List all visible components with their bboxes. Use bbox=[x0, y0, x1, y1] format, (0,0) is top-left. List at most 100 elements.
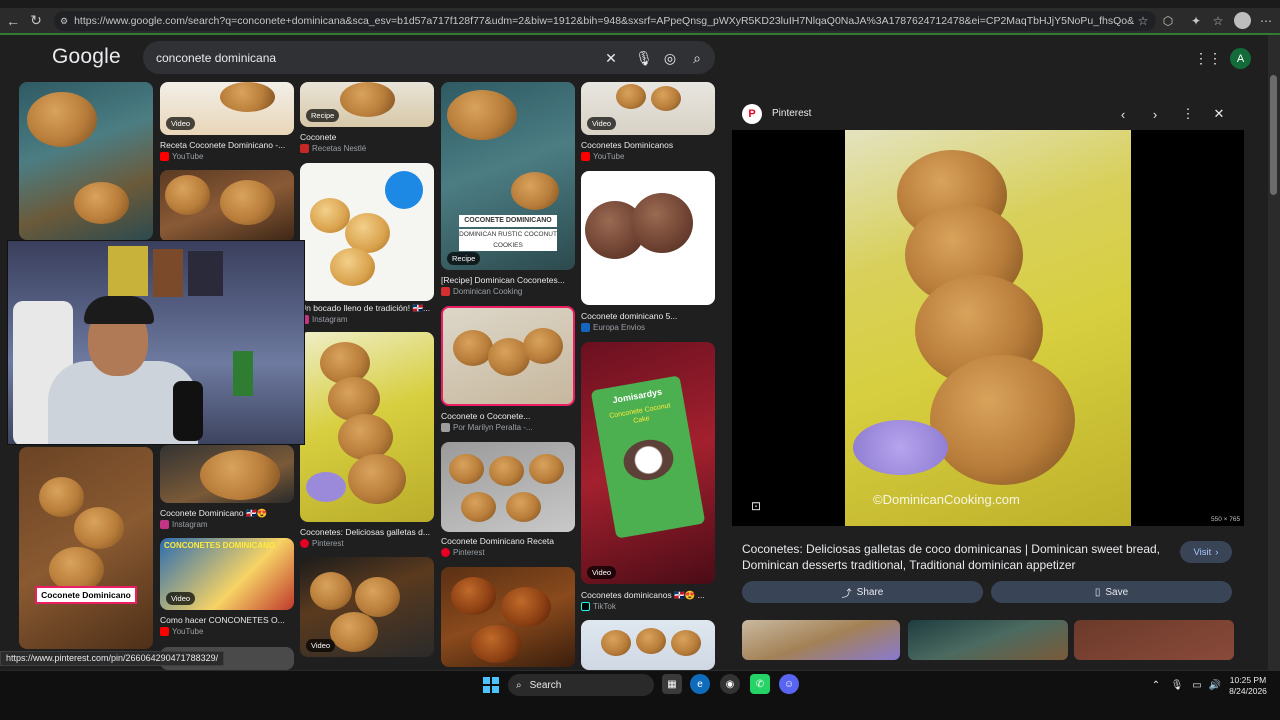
result-image[interactable] bbox=[160, 170, 294, 242]
volume-icon[interactable]: 🔊 bbox=[1208, 678, 1222, 692]
panel-source-name[interactable]: Pinterest bbox=[772, 108, 811, 119]
result-image[interactable] bbox=[581, 620, 715, 670]
result-caption[interactable]: Coconete Dominicano Receta bbox=[441, 536, 575, 546]
result-source[interactable]: Por Marilyn Peralta -... bbox=[441, 423, 533, 432]
share-button[interactable]: ⤴ Share bbox=[742, 581, 983, 603]
edge-browser-icon[interactable]: e bbox=[690, 674, 710, 694]
preview-image-frame[interactable]: ©DominicanCooking.com ⊡ 550 × 765 bbox=[732, 130, 1244, 526]
cookie-shape bbox=[651, 86, 681, 111]
search-input[interactable]: conconete dominicana bbox=[156, 51, 276, 65]
result-image[interactable]: Jomisardys Conconete Coconut Cake Video bbox=[581, 342, 715, 584]
result-image[interactable] bbox=[19, 82, 153, 240]
more-options-icon[interactable]: ⋮ bbox=[1178, 104, 1198, 124]
result-source[interactable]: Pinterest bbox=[300, 539, 344, 548]
extensions-puzzle-icon[interactable]: ✦ bbox=[1186, 11, 1206, 31]
result-source[interactable]: YouTube bbox=[160, 152, 203, 161]
network-icon[interactable]: ▭ bbox=[1190, 678, 1204, 692]
close-icon[interactable]: ✕ bbox=[1209, 104, 1229, 124]
next-arrow-icon[interactable]: › bbox=[1145, 104, 1165, 124]
taskbar-search[interactable]: ⌕ Search bbox=[508, 674, 654, 696]
visit-button[interactable]: Visit › bbox=[1180, 541, 1232, 563]
bookmark-star-icon[interactable]: ☆ bbox=[1133, 11, 1153, 31]
previous-arrow-icon[interactable]: ‹ bbox=[1113, 104, 1133, 124]
result-caption[interactable]: Coconete bbox=[300, 132, 434, 142]
related-image[interactable] bbox=[742, 620, 900, 660]
result-image[interactable] bbox=[581, 171, 715, 305]
microphone-tray-icon[interactable]: 🎙 bbox=[1170, 678, 1184, 692]
discord-icon[interactable]: ☺ bbox=[779, 674, 799, 694]
result-image[interactable] bbox=[441, 306, 575, 406]
google-logo[interactable]: Google bbox=[52, 45, 121, 69]
clear-icon[interactable]: ✕ bbox=[602, 49, 620, 67]
result-caption[interactable]: Como hacer CONCONETES O... bbox=[160, 615, 294, 625]
result-image[interactable]: Recipe bbox=[300, 82, 434, 127]
search-box[interactable]: conconete dominicana ✕ 🎙 ◎ ⌕ bbox=[143, 41, 715, 74]
coconut-image bbox=[620, 435, 677, 484]
result-source[interactable]: Dominican Cooking bbox=[441, 287, 522, 296]
result-source[interactable]: Instagram bbox=[300, 315, 348, 324]
related-image[interactable] bbox=[1074, 620, 1234, 660]
taskbar-clock[interactable]: 10:25 PM 8/24/2026 bbox=[1223, 675, 1273, 697]
source-label: Recetas Nestlé bbox=[312, 144, 367, 153]
microphone-icon[interactable]: 🎙 bbox=[635, 49, 653, 67]
chevron-up-icon[interactable]: ⌃ bbox=[1149, 678, 1163, 692]
result-source[interactable]: TikTok bbox=[581, 602, 616, 611]
favorites-icon[interactable]: ☆ bbox=[1208, 11, 1228, 31]
back-arrow-icon[interactable]: ← bbox=[3, 11, 23, 31]
windows-start-icon[interactable] bbox=[483, 677, 499, 693]
more-menu-icon[interactable]: ⋯ bbox=[1256, 11, 1276, 31]
pinterest-icon[interactable]: P bbox=[742, 104, 762, 124]
save-button[interactable]: ▯ Save bbox=[991, 581, 1232, 603]
result-source[interactable]: Recetas Nestlé bbox=[300, 144, 366, 153]
result-image[interactable]: COCONETE DOMINICANO DOMINICAN RUSTIC COC… bbox=[441, 82, 575, 270]
lens-icon[interactable]: ◎ bbox=[661, 49, 679, 67]
preview-title[interactable]: Coconetes: Deliciosas galletas de coco d… bbox=[742, 541, 1172, 573]
result-caption[interactable]: Un bocado lleno de tradición! 🇩🇴... bbox=[300, 303, 434, 314]
search-icon[interactable]: ⌕ bbox=[688, 49, 706, 67]
cookie-shape bbox=[355, 577, 400, 617]
result-image[interactable]: Video bbox=[300, 557, 434, 657]
result-source[interactable]: Instagram bbox=[160, 520, 208, 529]
account-avatar[interactable]: A bbox=[1230, 48, 1251, 69]
source-label: YouTube bbox=[172, 627, 204, 636]
lens-search-icon[interactable]: ⊡ bbox=[746, 496, 766, 516]
result-image[interactable]: Coconete Dominicano bbox=[19, 447, 153, 649]
pinterest-favicon bbox=[441, 548, 450, 557]
result-caption[interactable]: Coconetes Dominicanos bbox=[581, 140, 715, 150]
result-image[interactable]: CONCONETES DOMINICANO Video bbox=[160, 538, 294, 610]
result-caption[interactable]: Coconetes: Deliciosas galletas d... bbox=[300, 527, 434, 537]
chrome-icon[interactable]: ◉ bbox=[720, 674, 740, 694]
result-caption[interactable]: Coconetes dominicanos 🇩🇴😍 ... bbox=[581, 590, 715, 601]
result-image[interactable] bbox=[160, 445, 294, 503]
result-caption[interactable]: Coconete dominicano 5... bbox=[581, 311, 715, 321]
result-caption[interactable]: [Recipe] Dominican Coconetes... bbox=[441, 275, 575, 285]
result-caption[interactable]: Coconete Dominicano 🇩🇴😍 bbox=[160, 508, 294, 519]
whatsapp-icon[interactable]: ✆ bbox=[750, 674, 770, 694]
cookie-shape bbox=[74, 507, 124, 549]
result-source[interactable]: Europa Envios bbox=[581, 323, 645, 332]
result-source[interactable]: YouTube bbox=[160, 627, 203, 636]
result-image[interactable]: Video bbox=[160, 82, 294, 135]
extension-icon[interactable]: ⬡ bbox=[1158, 11, 1178, 31]
related-image[interactable] bbox=[908, 620, 1068, 660]
result-image[interactable]: Video bbox=[581, 82, 715, 135]
site-info-icon[interactable]: ⚙ bbox=[60, 16, 68, 27]
result-image[interactable] bbox=[441, 442, 575, 532]
result-image[interactable] bbox=[300, 332, 434, 522]
result-caption[interactable]: Coconete o Coconete... bbox=[441, 411, 575, 421]
scrollbar-thumb[interactable] bbox=[1270, 75, 1277, 195]
profile-avatar[interactable] bbox=[1234, 12, 1251, 29]
result-image[interactable] bbox=[441, 567, 575, 667]
result-image[interactable] bbox=[300, 163, 434, 301]
apps-grid-icon[interactable]: ⋮⋮ bbox=[1194, 49, 1222, 67]
preview-image[interactable]: ©DominicanCooking.com bbox=[845, 130, 1131, 526]
page-scrollbar[interactable] bbox=[1268, 35, 1280, 670]
result-source[interactable]: Pinterest bbox=[441, 548, 485, 557]
task-view-icon[interactable]: ▦ bbox=[662, 674, 682, 694]
result-source[interactable]: YouTube bbox=[581, 152, 624, 161]
reload-icon[interactable]: ↻ bbox=[26, 11, 46, 31]
share-label: Share bbox=[856, 586, 884, 598]
cookie-shape bbox=[330, 248, 375, 286]
result-caption[interactable]: Receta Coconete Dominicano -... bbox=[160, 140, 294, 150]
address-bar[interactable]: ⚙ https://www.google.com/search?q=concon… bbox=[54, 11, 1156, 31]
